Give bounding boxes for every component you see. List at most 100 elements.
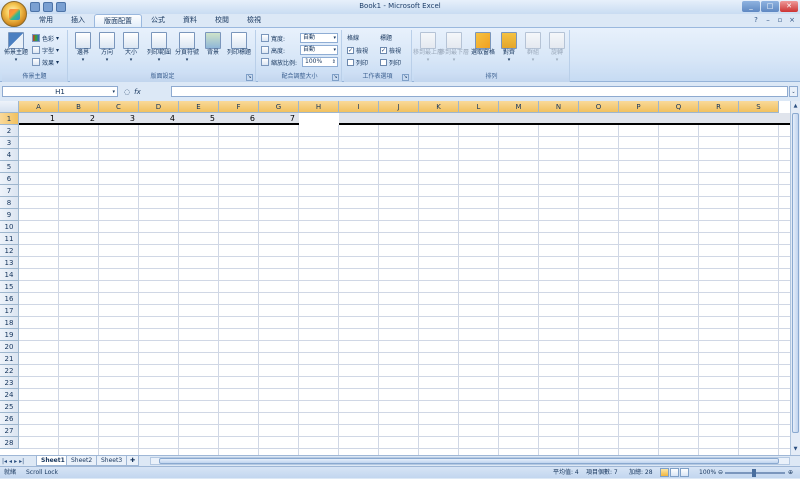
column-header-h[interactable]: H (299, 101, 339, 113)
insert-sheet-button[interactable]: ✚ (126, 456, 140, 466)
send-to-back-button[interactable]: 移到最下層 ▾ (439, 32, 469, 70)
row-header-8[interactable]: 8 (0, 197, 19, 209)
row-header-12[interactable]: 12 (0, 245, 19, 257)
row-header-7[interactable]: 7 (0, 185, 19, 197)
row-header-17[interactable]: 17 (0, 305, 19, 317)
page-setup-launcher[interactable]: ↘ (246, 74, 253, 81)
zoom-level[interactable]: 100% (699, 467, 716, 479)
group-button[interactable]: 群組 ▾ (522, 32, 544, 70)
align-button[interactable]: 對齊 ▾ (498, 32, 520, 70)
sheet-tab-sheet2[interactable]: Sheet2 (66, 456, 98, 466)
column-header-i[interactable]: I (339, 101, 379, 113)
tab-insert[interactable]: 插入 (62, 14, 94, 27)
help-icon[interactable]: ? (751, 15, 761, 25)
last-sheet-icon[interactable]: ▸| (19, 457, 24, 466)
column-header-l[interactable]: L (459, 101, 499, 113)
name-box[interactable]: H1 ▾ (2, 86, 118, 97)
cell-e1[interactable]: 5 (179, 113, 218, 125)
undo-icon[interactable] (43, 2, 53, 12)
column-header-k[interactable]: K (419, 101, 459, 113)
column-header-a[interactable]: A (19, 101, 59, 113)
column-header-s[interactable]: S (739, 101, 779, 113)
maximize-button[interactable]: □ (761, 1, 779, 12)
row-header-16[interactable]: 16 (0, 293, 19, 305)
size-button[interactable]: 大小 ▾ (120, 32, 142, 70)
row-header-22[interactable]: 22 (0, 365, 19, 377)
row-header-14[interactable]: 14 (0, 269, 19, 281)
bring-to-front-button[interactable]: 移到最上層 ▾ (413, 32, 443, 70)
page-layout-view-icon[interactable] (670, 468, 679, 477)
column-header-m[interactable]: M (499, 101, 539, 113)
redo-icon[interactable] (56, 2, 66, 12)
page-break-view-icon[interactable] (680, 468, 689, 477)
column-header-d[interactable]: D (139, 101, 179, 113)
sheet-tab-sheet3[interactable]: Sheet3 (96, 456, 128, 466)
minimize-button[interactable]: _ (742, 1, 760, 12)
cell-g1[interactable]: 7 (259, 113, 298, 125)
save-icon[interactable] (30, 2, 40, 12)
sheet-options-launcher[interactable]: ↘ (402, 74, 409, 81)
tab-review[interactable]: 校閱 (206, 14, 238, 27)
tab-home[interactable]: 常用 (30, 14, 62, 27)
cell-c1[interactable]: 3 (99, 113, 138, 125)
cell-b1[interactable]: 2 (59, 113, 98, 125)
column-header-f[interactable]: F (219, 101, 259, 113)
row-header-21[interactable]: 21 (0, 353, 19, 365)
row-header-6[interactable]: 6 (0, 173, 19, 185)
next-sheet-icon[interactable]: ▸ (14, 457, 17, 466)
margins-button[interactable]: 邊界 ▾ (72, 32, 94, 70)
column-header-p[interactable]: P (619, 101, 659, 113)
gridlines-print-checkbox[interactable]: 列印 (347, 57, 368, 67)
background-button[interactable]: 背景 (202, 32, 224, 70)
column-header-n[interactable]: N (539, 101, 579, 113)
theme-colors-button[interactable]: 色彩 ▾ (32, 33, 59, 43)
row-header-27[interactable]: 27 (0, 425, 19, 437)
headings-print-checkbox[interactable]: 列印 (380, 57, 401, 67)
office-button[interactable] (1, 1, 27, 27)
scroll-down-icon[interactable]: ▼ (792, 445, 799, 453)
scale-launcher[interactable]: ↘ (332, 74, 339, 81)
column-header-r[interactable]: R (699, 101, 739, 113)
theme-fonts-button[interactable]: 字型 ▾ (32, 45, 59, 55)
tab-data[interactable]: 資料 (174, 14, 206, 27)
column-header-g[interactable]: G (259, 101, 299, 113)
row-header-28[interactable]: 28 (0, 437, 19, 449)
tab-formulas[interactable]: 公式 (142, 14, 174, 27)
theme-effects-button[interactable]: 效果 ▾ (32, 57, 59, 67)
zoom-slider-thumb[interactable] (752, 469, 756, 477)
horizontal-scroll-thumb[interactable] (159, 458, 779, 464)
orientation-button[interactable]: 方向 ▾ (96, 32, 118, 70)
headings-view-checkbox[interactable]: ✓ 檢視 (380, 45, 401, 55)
row-header-9[interactable]: 9 (0, 209, 19, 221)
row-header-3[interactable]: 3 (0, 137, 19, 149)
zoom-out-icon[interactable]: ⊖ (718, 467, 723, 479)
rotate-button[interactable]: 旋轉 ▾ (546, 32, 568, 70)
height-select[interactable]: 自動 ▾ (300, 45, 338, 55)
cell-f1[interactable]: 6 (219, 113, 258, 125)
row-header-26[interactable]: 26 (0, 413, 19, 425)
close-button[interactable]: ✕ (780, 1, 798, 12)
active-cell-h1[interactable] (299, 113, 339, 125)
horizontal-scrollbar[interactable] (150, 457, 790, 465)
row-header-11[interactable]: 11 (0, 233, 19, 245)
themes-button[interactable]: 佈景主題 ▾ (4, 32, 28, 70)
cancel-entry-icon[interactable]: ◌ (124, 88, 130, 96)
row-header-25[interactable]: 25 (0, 401, 19, 413)
column-header-j[interactable]: J (379, 101, 419, 113)
tab-page-layout[interactable]: 版面配置 (94, 14, 142, 27)
formula-input[interactable] (171, 86, 788, 97)
column-header-c[interactable]: C (99, 101, 139, 113)
cell-d1[interactable]: 4 (139, 113, 178, 125)
prev-sheet-icon[interactable]: ◂ (9, 457, 12, 466)
tab-view[interactable]: 檢視 (238, 14, 270, 27)
vertical-scroll-thumb[interactable] (792, 113, 799, 433)
print-area-button[interactable]: 列印範圍 ▾ (146, 32, 172, 70)
row-header-13[interactable]: 13 (0, 257, 19, 269)
selection-pane-button[interactable]: 選取窗格 (470, 32, 496, 70)
column-header-o[interactable]: O (579, 101, 619, 113)
breaks-button[interactable]: 分頁符號 ▾ (174, 32, 200, 70)
expand-formula-bar-button[interactable]: ⌄ (789, 86, 798, 97)
sheet-tab-sheet1[interactable]: Sheet1 (36, 456, 70, 466)
row-header-1[interactable]: 1 (0, 113, 19, 125)
gridlines-view-checkbox[interactable]: ✓ 檢視 (347, 45, 368, 55)
